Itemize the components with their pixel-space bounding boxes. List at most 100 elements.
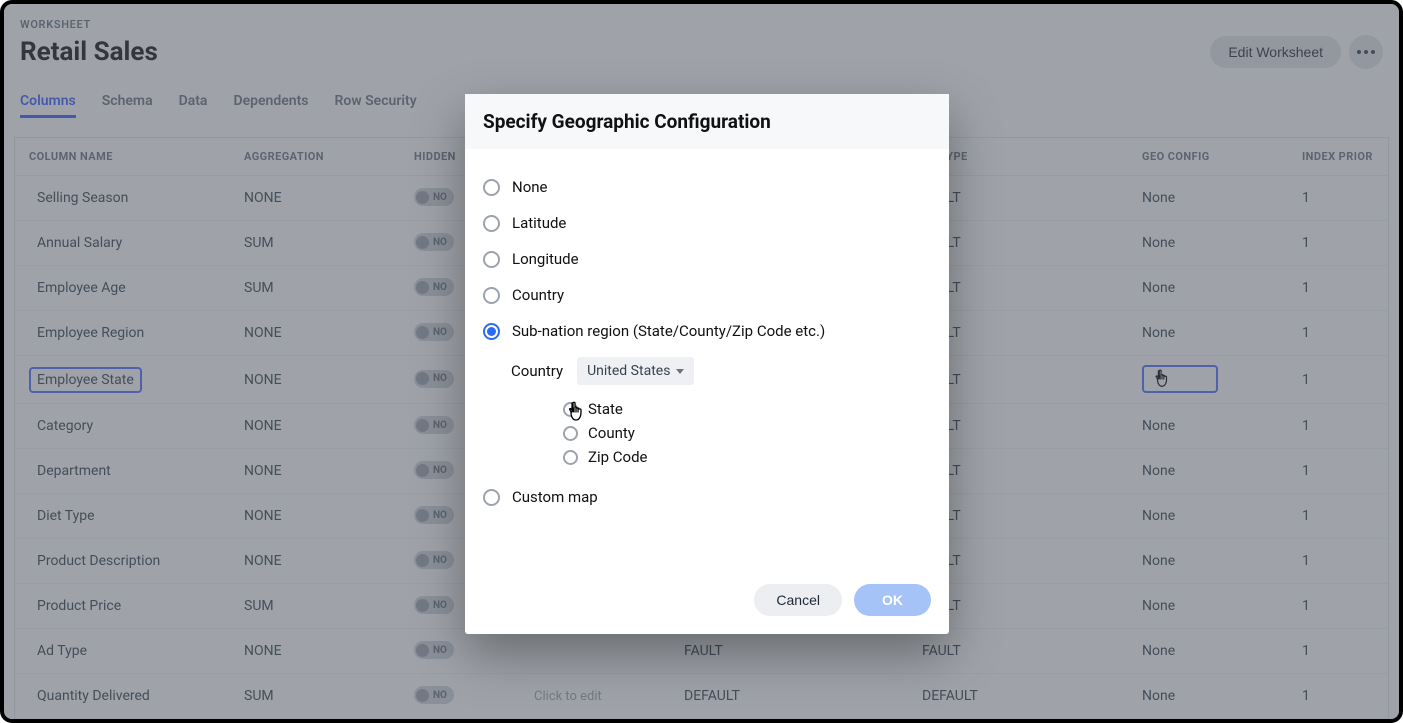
hidden-toggle[interactable]: NO [414, 506, 454, 524]
toggle-label: NO [433, 373, 447, 384]
sub-radio-state[interactable]: State [563, 397, 931, 421]
index-prior-cell[interactable]: 1 [1288, 539, 1388, 584]
aggregation-cell[interactable]: SUM [230, 266, 400, 311]
aggregation-cell[interactable]: NONE [230, 176, 400, 221]
sub-radio-zipcode[interactable]: Zip Code [563, 445, 931, 469]
th-aggregation[interactable]: AGGREGATION [230, 138, 400, 176]
column-name-cell[interactable]: Employee Age [29, 275, 134, 301]
radio-longitude[interactable]: Longitude [483, 241, 931, 277]
index-prior-cell[interactable]: 1 [1288, 494, 1388, 539]
table-row[interactable]: Quantity Delivered SUM NO Click to edit DEFA… [15, 674, 1388, 719]
edit-worksheet-button[interactable]: Edit Worksheet [1210, 36, 1341, 68]
hidden-toggle[interactable]: NO [414, 686, 454, 704]
toggle-label: NO [433, 555, 447, 566]
aggregation-cell[interactable]: NONE [230, 494, 400, 539]
sub-radio-county[interactable]: County [563, 421, 931, 445]
hidden-toggle[interactable]: NO [414, 641, 454, 659]
table-row[interactable]: Ad TypeNONENOFAULTFAULTNone1 [15, 629, 1388, 674]
toggle-knob [416, 191, 429, 204]
geo-config-cell[interactable]: None [1128, 311, 1288, 356]
aggregation-cell[interactable]: SUM [230, 674, 400, 719]
aggregation-cell[interactable]: NONE [230, 404, 400, 449]
aggregation-cell[interactable]: NONE [230, 356, 400, 404]
tab-columns[interactable]: Columns [20, 87, 76, 118]
hidden-toggle[interactable]: NO [414, 596, 454, 614]
page-title: Retail Sales [20, 37, 158, 67]
aggregation-cell[interactable]: SUM [230, 584, 400, 629]
index-prior-cell[interactable]: 1 [1288, 266, 1388, 311]
tab-schema[interactable]: Schema [102, 87, 153, 118]
radio-subnation[interactable]: Sub-nation region (State/County/Zip Code… [483, 313, 931, 349]
radio-country[interactable]: Country [483, 277, 931, 313]
hidden-toggle[interactable]: NO [414, 323, 454, 341]
geo-config-cell[interactable]: None [1128, 584, 1288, 629]
default-type-cell[interactable]: FAULT [670, 629, 908, 674]
radio-icon [563, 426, 578, 441]
column-name-cell[interactable]: Department [29, 458, 119, 484]
radio-latitude[interactable]: Latitude [483, 205, 931, 241]
index-prior-cell[interactable]: 1 [1288, 584, 1388, 629]
aggregation-cell[interactable]: NONE [230, 449, 400, 494]
radio-custom-map[interactable]: Custom map [483, 479, 931, 515]
column-name-cell[interactable]: Employee Region [29, 320, 152, 346]
more-menu-button[interactable] [1349, 35, 1383, 69]
geo-config-cell[interactable]: None [1128, 176, 1288, 221]
aggregation-cell[interactable]: NONE [230, 311, 400, 356]
toggle-knob [416, 644, 429, 657]
hidden-toggle[interactable]: NO [414, 188, 454, 206]
index-prior-cell[interactable]: 1 [1288, 176, 1388, 221]
toggle-label: NO [433, 510, 447, 521]
hidden-toggle[interactable]: NO [414, 551, 454, 569]
geo-config-cell[interactable]: None [1128, 674, 1288, 719]
hidden-toggle[interactable]: NO [414, 370, 454, 388]
hidden-toggle[interactable]: NO [414, 416, 454, 434]
index-prior-cell[interactable]: 1 [1288, 629, 1388, 674]
column-name-cell[interactable]: Product Price [29, 593, 129, 619]
column-name-cell[interactable]: Selling Season [29, 185, 136, 211]
column-name-cell[interactable]: Category [29, 413, 101, 439]
hidden-toggle[interactable]: NO [414, 233, 454, 251]
index-prior-cell[interactable]: 1 [1288, 311, 1388, 356]
radio-none[interactable]: None [483, 169, 931, 205]
click-to-edit-cell[interactable]: Click to edit [534, 689, 602, 704]
toggle-knob [416, 281, 429, 294]
country-dropdown[interactable]: United States [577, 357, 694, 385]
geo-config-cell[interactable]: None [1128, 539, 1288, 584]
geo-config-cell[interactable]: None [1128, 221, 1288, 266]
index-prior-cell[interactable]: 1 [1288, 221, 1388, 266]
extype-cell[interactable]: FAULT [908, 629, 1128, 674]
index-prior-cell[interactable]: 1 [1288, 404, 1388, 449]
geo-config-cell[interactable]: None [1128, 449, 1288, 494]
th-column-name[interactable]: COLUMN NAME [15, 138, 230, 176]
geo-config-cell-active[interactable] [1142, 365, 1218, 393]
geo-config-cell[interactable]: None [1128, 266, 1288, 311]
th-geoconfig[interactable]: GEO CONFIG [1128, 138, 1288, 176]
geo-config-cell[interactable]: None [1128, 629, 1288, 674]
column-name-cell[interactable]: Product Description [29, 548, 168, 574]
column-name-cell[interactable]: Annual Salary [29, 230, 130, 256]
radio-icon [483, 179, 500, 196]
column-name-cell[interactable]: Ad Type [29, 638, 95, 664]
geo-config-cell[interactable]: None [1128, 494, 1288, 539]
tab-data[interactable]: Data [179, 87, 208, 118]
aggregation-cell[interactable]: NONE [230, 539, 400, 584]
index-prior-cell[interactable]: 1 [1288, 356, 1388, 404]
geo-config-cell[interactable]: None [1128, 404, 1288, 449]
tab-dependents[interactable]: Dependents [233, 87, 308, 118]
radio-icon [483, 251, 500, 268]
column-name-cell[interactable]: Employee State [29, 367, 142, 393]
extype-cell[interactable]: DEFAULT [908, 674, 1128, 719]
cancel-button[interactable]: Cancel [754, 584, 842, 616]
aggregation-cell[interactable]: SUM [230, 221, 400, 266]
ok-button[interactable]: OK [854, 584, 931, 616]
column-name-cell[interactable]: Quantity Delivered [29, 683, 158, 709]
column-name-cell[interactable]: Diet Type [29, 503, 103, 529]
hidden-toggle[interactable]: NO [414, 461, 454, 479]
hidden-toggle[interactable]: NO [414, 278, 454, 296]
default-type-cell[interactable]: DEFAULT [670, 674, 908, 719]
index-prior-cell[interactable]: 1 [1288, 674, 1388, 719]
th-indexprior[interactable]: INDEX PRIOR [1288, 138, 1388, 176]
index-prior-cell[interactable]: 1 [1288, 449, 1388, 494]
tab-row-security[interactable]: Row Security [335, 87, 417, 118]
aggregation-cell[interactable]: NONE [230, 629, 400, 674]
